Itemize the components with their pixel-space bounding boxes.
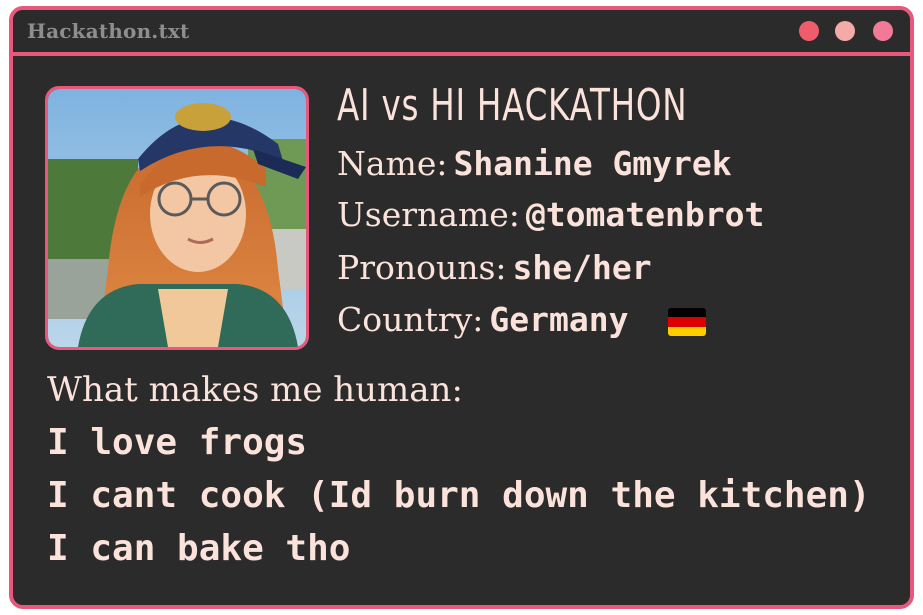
human-item: I love frogs <box>47 422 308 463</box>
title-bar[interactable]: Hackathon.txt <box>13 10 910 56</box>
username-value: @tomatenbrot <box>525 195 765 234</box>
profile-photo <box>45 86 309 350</box>
flag-stripe-gold <box>668 326 706 336</box>
close-button[interactable] <box>799 21 819 41</box>
app-window: Hackathon.txt AI vs HI HACKATHON Name: S… <box>9 6 914 609</box>
pronouns-value: she/her <box>512 248 652 287</box>
country-row: Country: Germany <box>337 300 629 339</box>
username-row: Username: @tomatenbrot <box>337 195 764 234</box>
username-label: Username: <box>337 195 520 234</box>
human-heading: What makes me human: <box>47 370 463 410</box>
name-label: Name: <box>337 144 448 183</box>
flag-stripe-black <box>668 308 706 318</box>
hackathon-headline: AI vs HI HACKATHON <box>337 80 688 131</box>
germany-flag-icon <box>668 308 706 336</box>
pronouns-row: Pronouns: she/her <box>337 248 652 287</box>
name-row: Name: Shanine Gmyrek <box>337 144 732 183</box>
minimize-button[interactable] <box>835 21 855 41</box>
human-item: I can bake tho <box>47 528 351 569</box>
maximize-button[interactable] <box>873 21 893 41</box>
pronouns-label: Pronouns: <box>337 248 507 287</box>
country-value: Germany <box>489 300 629 339</box>
human-item: I cant cook (Id burn down the kitchen) <box>47 475 871 516</box>
name-value: Shanine Gmyrek <box>453 144 732 183</box>
flag-stripe-red <box>668 317 706 327</box>
window-title: Hackathon.txt <box>27 19 190 43</box>
country-label: Country: <box>337 300 484 339</box>
